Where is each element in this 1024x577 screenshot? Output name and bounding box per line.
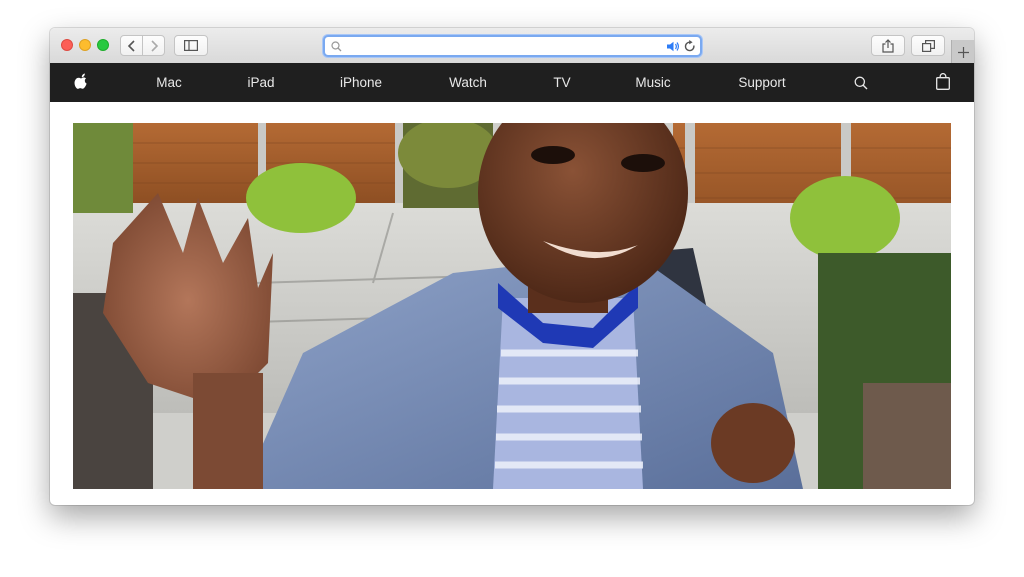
nav-item-support[interactable]: Support [738, 63, 785, 102]
chevron-right-icon [150, 39, 158, 52]
speaker-icon[interactable] [666, 41, 680, 52]
nav-item-iphone[interactable]: iPhone [340, 63, 382, 102]
share-icon [882, 38, 894, 53]
shopping-bag-icon[interactable] [936, 73, 950, 90]
zoom-window-button[interactable] [97, 39, 109, 51]
hero-image [73, 123, 951, 489]
browser-window: Mac iPad iPhone Watch TV Music Support [50, 28, 974, 505]
plus-icon [957, 46, 969, 58]
sidebar-icon [184, 40, 198, 51]
new-tab-button[interactable] [951, 40, 974, 64]
minimize-window-button[interactable] [79, 39, 91, 51]
nav-item-tv[interactable]: TV [553, 63, 570, 102]
search-icon[interactable] [854, 76, 868, 90]
browser-toolbar [50, 28, 974, 64]
forward-button[interactable] [142, 35, 165, 56]
hero-video-frame[interactable] [73, 123, 951, 489]
address-bar[interactable] [323, 35, 702, 57]
nav-item-music[interactable]: Music [635, 63, 670, 102]
close-window-button[interactable] [61, 39, 73, 51]
nav-item-ipad[interactable]: iPad [247, 63, 274, 102]
sidebar-toggle-button[interactable] [174, 35, 208, 56]
share-button[interactable] [871, 35, 905, 56]
chevron-left-icon [127, 39, 135, 52]
reload-icon[interactable] [684, 40, 696, 53]
nav-item-mac[interactable]: Mac [156, 63, 182, 102]
tabs-icon [921, 39, 935, 52]
apple-global-nav: Mac iPad iPhone Watch TV Music Support [50, 63, 974, 102]
show-tabs-button[interactable] [911, 35, 945, 56]
search-icon [331, 41, 342, 52]
apple-logo-icon[interactable] [74, 73, 89, 91]
back-button[interactable] [120, 35, 143, 56]
nav-item-watch[interactable]: Watch [449, 63, 487, 102]
